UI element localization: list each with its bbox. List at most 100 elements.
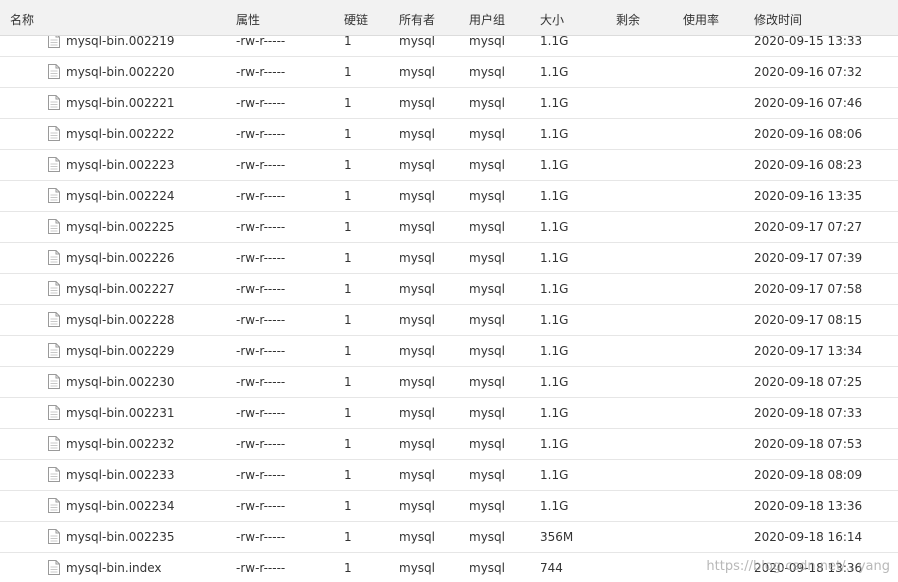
file-attr: -rw-r----- — [236, 406, 286, 420]
file-links: 1 — [344, 36, 352, 48]
table-row[interactable]: mysql-bin.002235 -rw-r----- 1 mysql mysql 356… — [0, 522, 898, 553]
file-size: 1.1G — [540, 406, 569, 420]
table-row[interactable]: mysql-bin.002234 -rw-r----- 1 mysql mysql 1.1… — [0, 491, 898, 522]
file-attr: -rw-r----- — [236, 96, 286, 110]
file-attr: -rw-r----- — [236, 499, 286, 513]
file-owner: mysql — [399, 406, 435, 420]
file-name[interactable]: mysql-bin.002235 — [66, 530, 175, 544]
file-size: 1.1G — [540, 220, 569, 234]
file-name[interactable]: mysql-bin.002219 — [66, 36, 175, 48]
table-row[interactable]: mysql-bin.002224 -rw-r----- 1 mysql mysql 1.1… — [0, 181, 898, 212]
file-icon — [48, 374, 60, 389]
file-name[interactable]: mysql-bin.002222 — [66, 127, 175, 141]
file-group: mysql — [469, 158, 505, 172]
file-name[interactable]: mysql-bin.002225 — [66, 220, 175, 234]
table-row[interactable]: mysql-bin.002227 -rw-r----- 1 mysql mysql 1.1… — [0, 274, 898, 305]
file-name[interactable]: mysql-bin.002221 — [66, 96, 175, 110]
file-size: 1.1G — [540, 499, 569, 513]
file-attr: -rw-r----- — [236, 561, 286, 575]
table-row[interactable]: mysql-bin.002220 -rw-r----- 1 mysql mysql 1.1… — [0, 57, 898, 88]
file-icon — [48, 312, 60, 327]
file-name[interactable]: mysql-bin.index — [66, 561, 162, 575]
file-attr: -rw-r----- — [236, 36, 286, 48]
file-name[interactable]: mysql-bin.002232 — [66, 437, 175, 451]
file-group: mysql — [469, 189, 505, 203]
file-name[interactable]: mysql-bin.002231 — [66, 406, 175, 420]
file-name[interactable]: mysql-bin.002226 — [66, 251, 175, 265]
file-size: 1.1G — [540, 437, 569, 451]
table-row[interactable]: mysql-bin.002231 -rw-r----- 1 mysql mysql 1.1… — [0, 398, 898, 429]
file-group: mysql — [469, 65, 505, 79]
table-row[interactable]: mysql-bin.002222 -rw-r----- 1 mysql mysql 1.1… — [0, 119, 898, 150]
column-header-links[interactable]: 硬链 — [344, 11, 368, 28]
column-header-attr[interactable]: 属性 — [236, 11, 260, 28]
file-attr: -rw-r----- — [236, 282, 286, 296]
file-group: mysql — [469, 36, 505, 48]
file-name[interactable]: mysql-bin.002230 — [66, 375, 175, 389]
file-group: mysql — [469, 220, 505, 234]
file-icon — [48, 250, 60, 265]
table-row[interactable]: mysql-bin.002229 -rw-r----- 1 mysql mysql 1.1… — [0, 336, 898, 367]
table-row[interactable]: mysql-bin.002223 -rw-r----- 1 mysql mysql 1.1… — [0, 150, 898, 181]
file-name[interactable]: mysql-bin.002223 — [66, 158, 175, 172]
file-group: mysql — [469, 468, 505, 482]
file-links: 1 — [344, 344, 352, 358]
column-header-remaining[interactable]: 剩余 — [616, 11, 640, 28]
file-links: 1 — [344, 282, 352, 296]
file-icon — [48, 498, 60, 513]
column-header-usage[interactable]: 使用率 — [683, 11, 719, 28]
file-name[interactable]: mysql-bin.002234 — [66, 499, 175, 513]
file-links: 1 — [344, 189, 352, 203]
file-owner: mysql — [399, 530, 435, 544]
table-row[interactable]: mysql-bin.002232 -rw-r----- 1 mysql mysql 1.1… — [0, 429, 898, 460]
file-links: 1 — [344, 406, 352, 420]
file-links: 1 — [344, 530, 352, 544]
file-icon — [48, 560, 60, 575]
file-links: 1 — [344, 158, 352, 172]
file-links: 1 — [344, 499, 352, 513]
file-group: mysql — [469, 251, 505, 265]
file-attr: -rw-r----- — [236, 220, 286, 234]
table-row[interactable]: mysql-bin.002230 -rw-r----- 1 mysql mysql 1.1… — [0, 367, 898, 398]
file-group: mysql — [469, 437, 505, 451]
file-links: 1 — [344, 251, 352, 265]
file-attr: -rw-r----- — [236, 437, 286, 451]
file-links: 1 — [344, 65, 352, 79]
column-header-mtime[interactable]: 修改时间 — [754, 11, 802, 28]
file-icon — [48, 188, 60, 203]
file-links: 1 — [344, 375, 352, 389]
file-size: 1.1G — [540, 344, 569, 358]
file-name[interactable]: mysql-bin.002220 — [66, 65, 175, 79]
file-name[interactable]: mysql-bin.002224 — [66, 189, 175, 203]
file-name[interactable]: mysql-bin.002227 — [66, 282, 175, 296]
column-header-group[interactable]: 用户组 — [469, 11, 505, 28]
file-icon — [48, 529, 60, 544]
file-name[interactable]: mysql-bin.002228 — [66, 313, 175, 327]
table-row[interactable]: mysql-bin.002226 -rw-r----- 1 mysql mysql 1.1… — [0, 243, 898, 274]
file-mtime: 2020-09-16 07:46 — [754, 96, 863, 110]
file-mtime: 2020-09-17 07:27 — [754, 220, 863, 234]
column-header-owner[interactable]: 所有者 — [399, 11, 435, 28]
file-size: 1.1G — [540, 375, 569, 389]
column-header-name[interactable]: 名称 — [10, 11, 34, 28]
file-name[interactable]: mysql-bin.002233 — [66, 468, 175, 482]
table-row[interactable]: mysql-bin.002225 -rw-r----- 1 mysql mysql 1.1… — [0, 212, 898, 243]
file-icon — [48, 36, 60, 48]
file-attr: -rw-r----- — [236, 65, 286, 79]
table-row[interactable]: mysql-bin.002221 -rw-r----- 1 mysql mysql 1.1… — [0, 88, 898, 119]
file-size: 1.1G — [540, 189, 569, 203]
column-header-size[interactable]: 大小 — [540, 11, 564, 28]
table-header: 名称 属性 硬链 所有者 用户组 大小 剩余 使用率 修改时间 — [0, 0, 898, 36]
file-mtime: 2020-09-18 13:36 — [754, 499, 863, 513]
file-size: 1.1G — [540, 158, 569, 172]
file-group: mysql — [469, 96, 505, 110]
table-row[interactable]: mysql-bin.002219 -rw-r----- 1 mysql mysql 1.1… — [0, 36, 898, 57]
file-mtime: 2020-09-17 07:39 — [754, 251, 863, 265]
file-name[interactable]: mysql-bin.002229 — [66, 344, 175, 358]
file-attr: -rw-r----- — [236, 530, 286, 544]
file-group: mysql — [469, 344, 505, 358]
file-group: mysql — [469, 530, 505, 544]
table-row[interactable]: mysql-bin.002228 -rw-r----- 1 mysql mysql 1.1… — [0, 305, 898, 336]
file-attr: -rw-r----- — [236, 344, 286, 358]
table-row[interactable]: mysql-bin.002233 -rw-r----- 1 mysql mysql 1.1… — [0, 460, 898, 491]
